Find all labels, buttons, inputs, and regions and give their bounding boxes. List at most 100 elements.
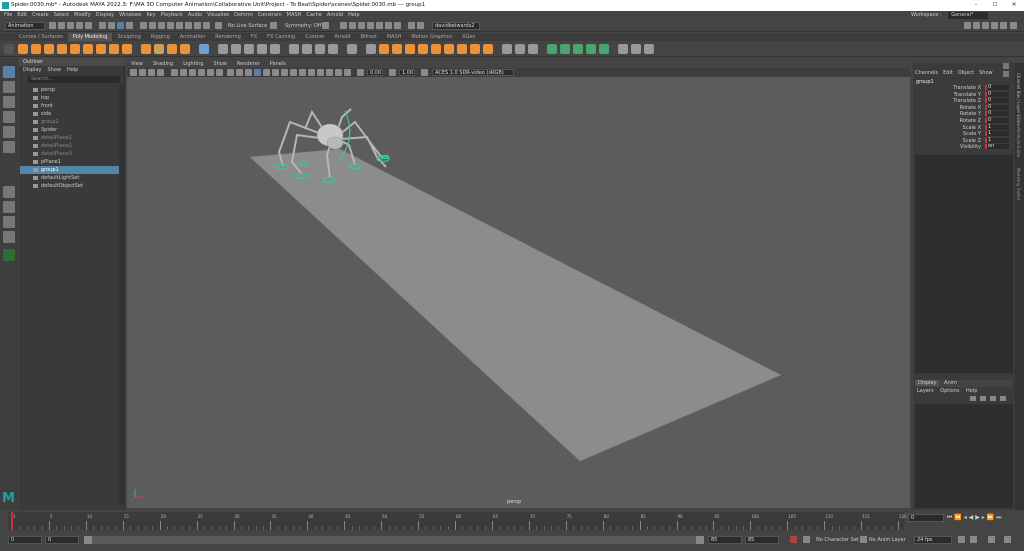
poke-icon[interactable]: [418, 44, 428, 54]
shelf-tab-fx-caching[interactable]: FX Caching: [262, 33, 300, 41]
step-forward-key-icon[interactable]: ⏩: [987, 514, 994, 521]
exposure-field[interactable]: 0.00: [367, 69, 383, 76]
range-start-handle[interactable]: [84, 536, 92, 544]
tab-modeling-toolkit[interactable]: Modeling Toolkit: [1016, 168, 1021, 200]
menu-edit[interactable]: Edit: [17, 12, 27, 18]
channelbox-pin-icon[interactable]: [1003, 63, 1009, 69]
tab-display[interactable]: Display: [915, 380, 940, 386]
delete-history-icon[interactable]: [618, 44, 628, 54]
menu-create[interactable]: Create: [32, 12, 49, 18]
channel-value[interactable]: 1: [985, 137, 1009, 143]
ipr-render-icon[interactable]: [349, 22, 356, 29]
anti-aliasing-icon[interactable]: [308, 69, 315, 76]
menu-help[interactable]: Help: [348, 12, 359, 18]
tab-anim[interactable]: Anim: [941, 380, 960, 386]
user-account-dropdown[interactable]: davidbelwards2: [432, 22, 480, 30]
poly-cylinder-icon[interactable]: [44, 44, 54, 54]
go-to-end-icon[interactable]: ⏭: [996, 514, 1001, 521]
color-management-icon[interactable]: [421, 69, 428, 76]
channelbox-menu-channels[interactable]: Channels: [915, 70, 938, 76]
select-mask-icon[interactable]: [126, 22, 133, 29]
channel-value[interactable]: 1: [985, 131, 1009, 137]
slide-edge-icon[interactable]: [502, 44, 512, 54]
viewport-menu-view[interactable]: View: [131, 61, 143, 67]
svg-icon[interactable]: [180, 44, 190, 54]
channel-value[interactable]: 0: [985, 85, 1009, 90]
character-set-dropdown[interactable]: No Character Set: [816, 537, 859, 543]
depth-of-field-icon[interactable]: [317, 69, 324, 76]
poly-sphere-icon[interactable]: [18, 44, 28, 54]
panel-layout-1-icon[interactable]: [964, 22, 971, 29]
gate-mask-icon[interactable]: [198, 69, 205, 76]
tab-attribute-editor[interactable]: Attribute Editor: [1016, 127, 1021, 158]
quad-draw-icon[interactable]: [515, 44, 525, 54]
menu-file[interactable]: File: [4, 12, 12, 18]
play-back-icon[interactable]: ◀: [969, 514, 974, 521]
channel-row[interactable]: Scale Z 1: [913, 137, 1015, 144]
gamma-icon[interactable]: [389, 69, 396, 76]
open-scene-icon[interactable]: [58, 22, 65, 29]
snap-edge-icon[interactable]: [194, 22, 201, 29]
channel-value[interactable]: 0: [985, 111, 1009, 117]
fps-dropdown[interactable]: 24 fps: [914, 536, 952, 544]
viewport-menu-show[interactable]: Show: [213, 61, 227, 67]
auto-uv-icon[interactable]: [560, 44, 570, 54]
undo-icon[interactable]: [76, 22, 83, 29]
shelf-tab-rendering[interactable]: Rendering: [210, 33, 246, 41]
render-icon[interactable]: [340, 22, 347, 29]
viewport-3d[interactable]: persp: [127, 77, 910, 508]
smooth-icon[interactable]: [231, 44, 241, 54]
image-plane-icon[interactable]: [157, 69, 164, 76]
single-view-icon[interactable]: [3, 186, 15, 198]
shelf-tab-xgen[interactable]: XGen: [457, 33, 481, 41]
wireframe-on-shaded-icon[interactable]: [245, 69, 252, 76]
range-slider-bar[interactable]: [84, 536, 704, 544]
scale-tool-icon[interactable]: [3, 141, 15, 153]
view-transform-dropdown[interactable]: ACES 1.0 SDR-video (sRGB): [432, 69, 514, 76]
menu-arnold[interactable]: Arnold: [327, 12, 343, 18]
auto-key-icon[interactable]: [790, 536, 797, 543]
menu-constrain[interactable]: Constrain: [258, 12, 282, 18]
shelf-tab-curves-surfaces[interactable]: Curves / Surfaces: [14, 33, 68, 41]
poly-cone-icon[interactable]: [57, 44, 67, 54]
shelf-tab-motion-graphics[interactable]: Motion Graphics: [406, 33, 457, 41]
crease-icon[interactable]: [528, 44, 538, 54]
maximize-button[interactable]: ☐: [989, 0, 1001, 11]
snap-view-icon[interactable]: [167, 22, 174, 29]
current-frame-field[interactable]: 0: [908, 514, 944, 522]
outliner-menu-show[interactable]: Show: [47, 67, 61, 73]
layers-menu[interactable]: Layers: [917, 388, 934, 394]
channelbox-settings-icon[interactable]: [1003, 71, 1009, 77]
poly-disc-icon[interactable]: [96, 44, 106, 54]
loop-icon[interactable]: [958, 536, 965, 543]
shelf-tab-sculpting[interactable]: Sculpting: [112, 33, 145, 41]
safe-action-icon[interactable]: [216, 69, 223, 76]
render-settings-icon[interactable]: [322, 22, 329, 29]
character-set-icon[interactable]: [803, 536, 810, 543]
snap-vertex-icon[interactable]: [185, 22, 192, 29]
menu-cache[interactable]: Cache: [306, 12, 322, 18]
playback-start-field[interactable]: 0: [45, 536, 79, 544]
outliner-menu-help[interactable]: Help: [67, 67, 78, 73]
menu-key[interactable]: Key: [146, 12, 155, 18]
lights-icon[interactable]: [272, 69, 279, 76]
snap-surface-icon[interactable]: [176, 22, 183, 29]
menu-visualize[interactable]: Visualize: [207, 12, 229, 18]
viewport-menu-panels[interactable]: Panels: [270, 61, 286, 67]
menu-windows[interactable]: Windows: [119, 12, 141, 18]
shadows-icon[interactable]: [281, 69, 288, 76]
resolution-gate-icon[interactable]: [189, 69, 196, 76]
combine-icon[interactable]: [199, 44, 209, 54]
render-view-icon[interactable]: [358, 22, 365, 29]
channel-value[interactable]: 0: [985, 104, 1009, 110]
flip-icon[interactable]: [457, 44, 467, 54]
step-back-frame-icon[interactable]: ◂: [964, 514, 967, 521]
four-view-icon[interactable]: [3, 201, 15, 213]
film-gate-icon[interactable]: [180, 69, 187, 76]
channel-row[interactable]: Rotate Z 0: [913, 118, 1015, 124]
minimize-button[interactable]: –: [970, 0, 982, 11]
separate-icon[interactable]: [218, 44, 228, 54]
outliner-search-input[interactable]: Search...: [28, 76, 120, 83]
xray-icon[interactable]: [254, 69, 261, 76]
collapse-icon[interactable]: [444, 44, 454, 54]
